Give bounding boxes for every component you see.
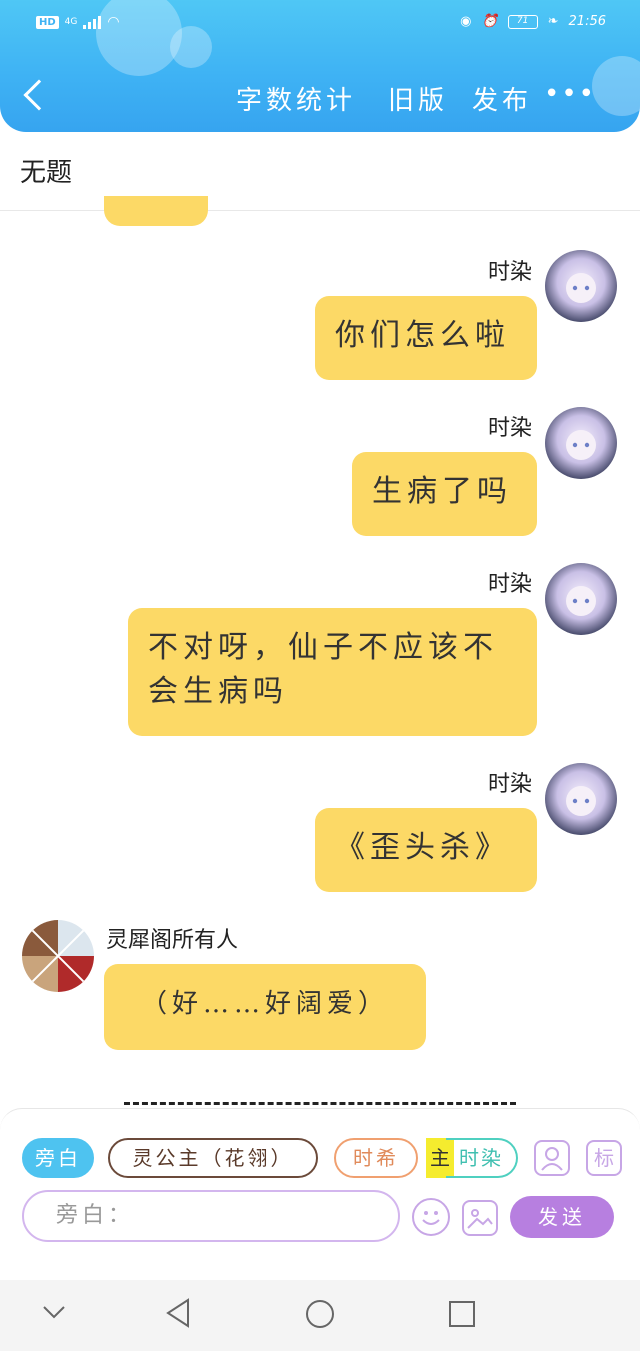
old-version-button[interactable]: 旧版 [388, 80, 448, 117]
back-button[interactable] [14, 76, 58, 120]
more-dots-icon[interactable]: ••• [544, 81, 596, 107]
leaf-icon: ❧ [547, 14, 559, 29]
message-bubble[interactable]: 你们怎么啦 [315, 296, 537, 380]
avatar[interactable] [545, 407, 617, 479]
battery-icon: 71 [507, 14, 538, 29]
role-chip-shixi[interactable]: 时希 [334, 1138, 418, 1178]
send-button[interactable]: 发送 [510, 1196, 614, 1238]
avatar[interactable] [545, 563, 617, 635]
tag-icon[interactable]: 标 [586, 1140, 622, 1176]
chevron-left-icon [23, 79, 55, 111]
nav-back-icon[interactable] [164, 1298, 192, 1328]
emoji-icon[interactable] [412, 1198, 450, 1236]
app-header: HD 4G ◠ ◉ ⏰ 71 ❧ 21:56 字数统计 旧版 发布 ••• [0, 0, 640, 132]
dashed-separator [124, 1102, 516, 1105]
title-divider [0, 210, 640, 211]
word-count-button[interactable]: 字数统计 [236, 80, 356, 117]
message-bubble[interactable]: 不对呀，仙子不应该不会生病吗 [128, 608, 537, 736]
message-bubble[interactable]: 《歪头杀》 [315, 808, 537, 892]
alarm-icon: ⏰ [481, 14, 498, 29]
message-sender-name: 时染 [487, 572, 532, 597]
clock-time: 21:56 [568, 14, 606, 29]
image-icon[interactable] [462, 1200, 498, 1236]
partial-message-bubble [104, 196, 208, 226]
document-title[interactable]: 无题 [20, 152, 72, 189]
network-type: 4G [64, 17, 78, 27]
message-sender-name: 时染 [487, 772, 532, 797]
message-bubble[interactable]: 生病了吗 [352, 452, 537, 536]
wifi-icon: ◠ [107, 14, 120, 30]
chevron-down-icon[interactable] [42, 1304, 66, 1320]
message-sender-name: 灵犀阁所有人 [106, 928, 239, 953]
status-bar: HD 4G ◠ ◉ ⏰ 71 ❧ 21:56 [0, 8, 640, 44]
avatar-group[interactable] [22, 920, 94, 992]
nav-recents-icon[interactable] [448, 1300, 476, 1328]
decor-bubble [592, 56, 640, 116]
message-sender-name: 时染 [487, 416, 532, 441]
role-chip-narration[interactable]: 旁白 [22, 1138, 94, 1178]
avatar[interactable] [545, 250, 617, 322]
publish-button[interactable]: 发布 [472, 80, 532, 117]
eye-icon: ◉ [460, 14, 472, 29]
user-card-icon[interactable] [534, 1140, 570, 1176]
message-bubble[interactable]: （好……好阔爱） [104, 964, 426, 1050]
signal-icon [83, 15, 102, 29]
message-input[interactable]: 旁白： [22, 1190, 400, 1242]
hd-badge: HD [36, 15, 59, 29]
nav-home-icon[interactable] [304, 1298, 336, 1330]
avatar[interactable] [545, 763, 617, 835]
role-chip-princess[interactable]: 灵公主（花翎） [108, 1138, 318, 1178]
role-chip-label: 时染 [446, 1138, 518, 1178]
role-chip-shiran[interactable]: 主 时染 [426, 1138, 518, 1178]
message-sender-name: 时染 [487, 260, 532, 285]
system-nav-bar [0, 1280, 640, 1351]
